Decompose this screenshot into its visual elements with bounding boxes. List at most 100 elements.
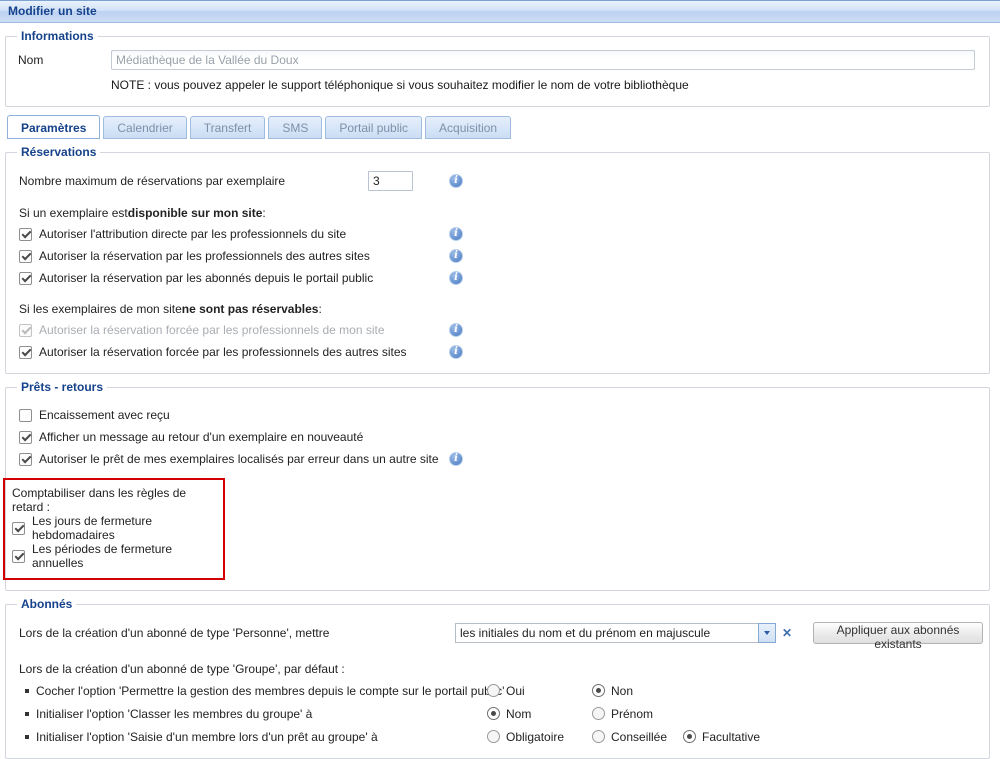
heading-prefix: Si un exemplaire est bbox=[19, 206, 128, 220]
prets-retours-legend: Prêts - retours bbox=[17, 380, 107, 394]
radio-label: Non bbox=[611, 684, 633, 698]
groupe-label: Lors de la création d'un abonné de type … bbox=[12, 659, 983, 679]
radio-button[interactable] bbox=[683, 730, 696, 743]
radio-label: Facultative bbox=[702, 730, 760, 744]
prets-retours-fieldset: Prêts - retours Encaissement avec reçu A… bbox=[5, 380, 990, 591]
checkbox-label: Encaissement avec reçu bbox=[39, 408, 170, 422]
tab-transfert[interactable]: Transfert bbox=[190, 116, 266, 139]
personne-label: Lors de la création d'un abonné de type … bbox=[19, 626, 329, 640]
radio-button[interactable] bbox=[592, 707, 605, 720]
checkbox-label: Les jours de fermeture hebdomadaires bbox=[32, 514, 215, 542]
radio-button[interactable] bbox=[487, 684, 500, 697]
info-icon[interactable] bbox=[449, 249, 463, 263]
checkbox[interactable] bbox=[19, 272, 32, 285]
heading-prefix: Si les exemplaires de mon site bbox=[19, 302, 182, 316]
checkbox-label: Autoriser l'attribution directe par les … bbox=[39, 227, 346, 241]
radio-option: Obligatoire bbox=[487, 730, 564, 744]
radio-button[interactable] bbox=[487, 730, 500, 743]
personne-combobox: ✕ bbox=[455, 623, 795, 643]
radio-label: Conseillée bbox=[611, 730, 667, 744]
tab-strip: Paramètres Calendrier Transfert SMS Port… bbox=[7, 115, 1000, 139]
max-reservations-row: Nombre maximum de réservations par exemp… bbox=[12, 169, 983, 193]
informations-fieldset: Informations Nom NOTE : vous pouvez appe… bbox=[5, 29, 990, 107]
groupe-option-label: Cocher l'option 'Permettre la gestion de… bbox=[36, 684, 504, 698]
radio-button[interactable] bbox=[592, 730, 605, 743]
radio-button[interactable] bbox=[592, 684, 605, 697]
groupe-option-row: Cocher l'option 'Permettre la gestion de… bbox=[12, 679, 983, 702]
abonnes-fieldset: Abonnés Lors de la création d'un abonné … bbox=[5, 597, 990, 759]
radio-option: Oui bbox=[487, 684, 525, 698]
radio-label: Nom bbox=[506, 707, 531, 721]
tab-parametres[interactable]: Paramètres bbox=[7, 115, 100, 139]
checkbox-label: Afficher un message au retour d'un exemp… bbox=[39, 430, 363, 444]
checkbox[interactable] bbox=[19, 250, 32, 263]
retard-heading: Comptabiliser dans les règles de retard … bbox=[12, 486, 215, 514]
nom-label: Nom bbox=[18, 53, 111, 67]
clear-icon[interactable]: ✕ bbox=[779, 623, 795, 643]
checkbox-label: Autoriser le prêt de mes exemplaires loc… bbox=[39, 452, 439, 466]
max-reservations-input[interactable] bbox=[368, 171, 413, 191]
personne-combo-input[interactable] bbox=[455, 623, 758, 643]
tab-sms[interactable]: SMS bbox=[268, 116, 322, 139]
info-icon[interactable] bbox=[449, 323, 463, 337]
checkbox-label: Les périodes de fermeture annuelles bbox=[32, 542, 215, 570]
max-reservations-label: Nombre maximum de réservations par exemp… bbox=[19, 174, 285, 188]
radio-label: Obligatoire bbox=[506, 730, 564, 744]
reservations-legend: Réservations bbox=[17, 145, 100, 159]
info-icon[interactable] bbox=[449, 452, 463, 466]
checkbox-row: Autoriser l'attribution directe par les … bbox=[12, 223, 983, 245]
window-title: Modifier un site bbox=[8, 4, 97, 18]
heading-suffix: : bbox=[262, 206, 265, 220]
info-icon[interactable] bbox=[449, 271, 463, 285]
checkbox-row: Autoriser la réservation par les abonnés… bbox=[12, 267, 983, 289]
tab-calendrier[interactable]: Calendrier bbox=[103, 116, 186, 139]
heading-bold: disponible sur mon site bbox=[128, 206, 263, 220]
checkbox-row: Afficher un message au retour d'un exemp… bbox=[12, 426, 983, 448]
checkbox[interactable] bbox=[12, 522, 25, 535]
personne-row: Lors de la création d'un abonné de type … bbox=[12, 621, 983, 645]
checkbox-row: Autoriser la réservation forcée par les … bbox=[12, 319, 983, 341]
radio-option: Prénom bbox=[592, 707, 653, 721]
window-title-bar: Modifier un site bbox=[0, 0, 1000, 23]
checkbox-row: Encaissement avec reçu bbox=[12, 404, 983, 426]
checkbox[interactable] bbox=[19, 409, 32, 422]
checkbox-row: Autoriser le prêt de mes exemplaires loc… bbox=[12, 448, 983, 470]
groupe-option-label: Initialiser l'option 'Classer les membre… bbox=[36, 707, 312, 721]
tab-portail-public[interactable]: Portail public bbox=[325, 116, 422, 139]
radio-option: Non bbox=[592, 684, 633, 698]
checkbox-label: Autoriser la réservation forcée par les … bbox=[39, 323, 385, 337]
checkbox[interactable] bbox=[12, 550, 25, 563]
apply-existing-button[interactable]: Appliquer aux abonnés existants bbox=[813, 622, 983, 644]
informations-legend: Informations bbox=[17, 29, 98, 43]
checkbox-label: Autoriser la réservation par les profess… bbox=[39, 249, 370, 263]
checkbox[interactable] bbox=[19, 228, 32, 241]
radio-button[interactable] bbox=[487, 707, 500, 720]
checkbox-row: Les jours de fermeture hebdomadaires bbox=[12, 514, 215, 542]
tab-acquisition[interactable]: Acquisition bbox=[425, 116, 511, 139]
info-icon[interactable] bbox=[449, 227, 463, 241]
chevron-down-icon[interactable] bbox=[758, 623, 776, 643]
radio-label: Prénom bbox=[611, 707, 653, 721]
heading-suffix: : bbox=[318, 302, 321, 316]
checkbox[interactable] bbox=[19, 431, 32, 444]
abonnes-legend: Abonnés bbox=[17, 597, 76, 611]
bullet-icon bbox=[25, 712, 29, 716]
info-icon[interactable] bbox=[449, 174, 463, 188]
heading-bold: ne sont pas réservables bbox=[182, 302, 319, 316]
checkbox-label: Autoriser la réservation par les abonnés… bbox=[39, 271, 373, 285]
groupe-option-row: Initialiser l'option 'Saisie d'un membre… bbox=[12, 725, 983, 748]
checkbox-row: Autoriser la réservation par les profess… bbox=[12, 245, 983, 267]
note-text: NOTE : vous pouvez appeler le support té… bbox=[111, 78, 983, 92]
checkbox[interactable] bbox=[19, 453, 32, 466]
checkbox[interactable] bbox=[19, 346, 32, 359]
checkbox[interactable] bbox=[19, 324, 32, 337]
site-name-input[interactable] bbox=[111, 50, 975, 70]
highlight-annotation-box: Comptabiliser dans les règles de retard … bbox=[3, 478, 225, 580]
groupe-option-label: Initialiser l'option 'Saisie d'un membre… bbox=[36, 730, 378, 744]
radio-option: Nom bbox=[487, 707, 531, 721]
groupe-option-row: Initialiser l'option 'Classer les membre… bbox=[12, 702, 983, 725]
radio-label: Oui bbox=[506, 684, 525, 698]
radio-option: Facultative bbox=[683, 730, 760, 744]
info-icon[interactable] bbox=[449, 345, 463, 359]
checkbox-label: Autoriser la réservation forcée par les … bbox=[39, 345, 407, 359]
